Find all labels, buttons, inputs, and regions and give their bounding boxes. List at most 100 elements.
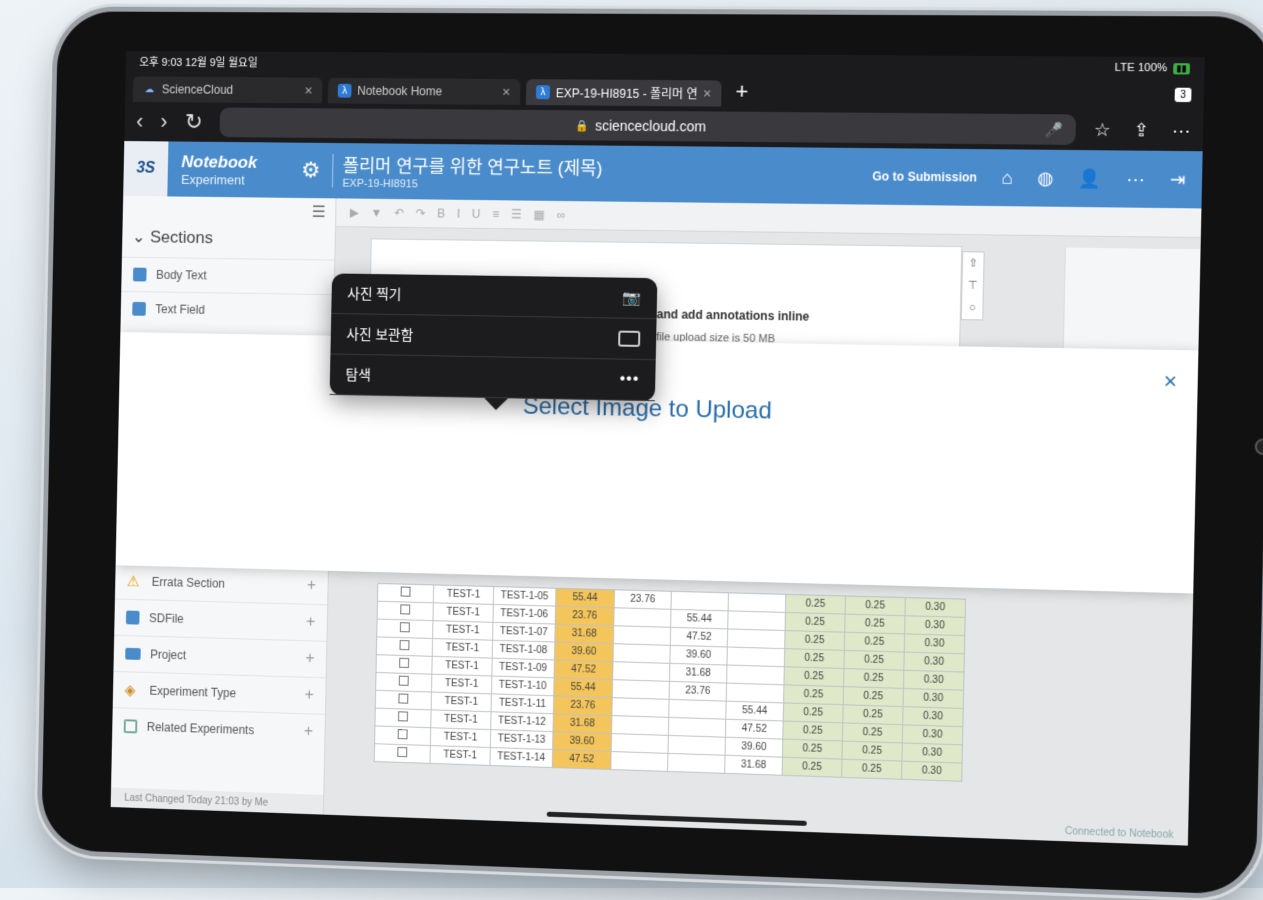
user-icon[interactable]: 👤 (1078, 168, 1102, 190)
checkbox[interactable] (399, 622, 410, 633)
table-cell[interactable]: 0.25 (843, 650, 905, 671)
checkbox[interactable] (399, 640, 410, 651)
add-icon[interactable]: + (304, 723, 313, 741)
close-icon[interactable]: × (1163, 368, 1177, 395)
table-cell[interactable]: 47.52 (725, 719, 784, 740)
row-checkbox-cell[interactable] (376, 654, 433, 675)
table-cell[interactable]: 0.25 (784, 648, 845, 669)
upload-icon[interactable]: ⇧ (963, 252, 984, 275)
table-cell[interactable]: 0.25 (843, 668, 904, 689)
tab-experiment[interactable]: λ EXP-19-HI8915 - 폴리머 연 × (525, 79, 722, 107)
row-checkbox-cell[interactable] (376, 636, 433, 657)
tab-close-icon[interactable]: × (304, 83, 312, 99)
sidebar-item-related-experiments[interactable]: Related Experiments + (111, 707, 325, 751)
table-cell[interactable]: TEST-1 (432, 638, 493, 659)
toolbar-underline-icon[interactable]: U (472, 207, 481, 221)
row-checkbox-cell[interactable] (377, 583, 434, 603)
checkbox[interactable] (399, 657, 410, 669)
more-icon[interactable]: ⋯ (1172, 120, 1191, 142)
table-cell[interactable]: 31.68 (552, 713, 612, 734)
checkbox[interactable] (397, 746, 408, 758)
table-cell[interactable]: 31.68 (724, 755, 783, 776)
table-cell[interactable]: TEST-1 (429, 745, 491, 766)
table-cell[interactable] (612, 679, 670, 700)
table-cell[interactable]: TEST-1 (433, 584, 494, 605)
table-cell[interactable]: 0.25 (782, 757, 843, 778)
table-cell[interactable]: 47.52 (552, 749, 612, 770)
bookmark-star-icon[interactable]: ☆ (1094, 119, 1111, 141)
table-cell[interactable]: 23.76 (553, 695, 613, 716)
sidebar-item-body-text[interactable]: Body Text (121, 256, 335, 295)
table-cell[interactable]: 23.76 (614, 589, 672, 610)
table-cell[interactable]: TEST-1-05 (493, 586, 556, 607)
table-cell[interactable]: 0.30 (901, 761, 963, 782)
table-cell[interactable]: 39.60 (554, 642, 614, 662)
table-cell[interactable]: 0.25 (843, 686, 904, 707)
table-cell[interactable] (727, 610, 786, 631)
table-cell[interactable] (668, 699, 727, 720)
browse-option[interactable]: 탐색 ••• (329, 354, 656, 402)
table-cell[interactable] (670, 591, 729, 611)
toolbar-list-icon[interactable]: ☰ (511, 207, 522, 221)
table-cell[interactable] (613, 607, 671, 628)
table-cell[interactable]: 55.44 (670, 609, 729, 629)
table-cell[interactable]: 0.25 (784, 630, 845, 651)
table-cell[interactable]: 39.60 (552, 731, 612, 752)
table-cell[interactable]: TEST-1 (431, 656, 493, 676)
table-cell[interactable]: 23.76 (555, 606, 615, 626)
table-cell[interactable]: 0.25 (782, 720, 843, 742)
add-icon[interactable]: + (306, 614, 315, 632)
table-cell[interactable]: 0.25 (842, 741, 903, 762)
row-checkbox-cell[interactable] (374, 725, 431, 746)
table-cell[interactable] (728, 592, 786, 613)
table-cell[interactable]: TEST-1 (430, 709, 492, 730)
checkbox[interactable] (398, 693, 409, 704)
table-cell[interactable]: 0.25 (785, 612, 846, 633)
table-cell[interactable]: TEST-1-12 (490, 711, 554, 732)
tab-close-icon[interactable]: × (703, 85, 712, 101)
table-cell[interactable] (613, 625, 671, 646)
tab-close-icon[interactable]: × (502, 84, 510, 100)
table-cell[interactable]: 0.25 (844, 614, 905, 634)
sidebar-item-sdfile[interactable]: SDFile + (114, 598, 328, 641)
table-cell[interactable]: 0.25 (783, 684, 844, 705)
table-cell[interactable]: TEST-1 (431, 692, 492, 712)
go-to-submission-link[interactable]: Go to Submission (872, 169, 977, 184)
toolbar-play-icon[interactable]: ▶ (350, 205, 359, 219)
table-cell[interactable]: 0.30 (902, 706, 964, 727)
add-icon[interactable]: + (304, 687, 313, 705)
tab-count-button[interactable]: 3 (1174, 87, 1192, 103)
table-cell[interactable] (726, 665, 785, 685)
reload-icon[interactable]: ↻ (185, 109, 203, 135)
table-cell[interactable]: 0.25 (841, 759, 902, 780)
table-cell[interactable]: 23.76 (669, 681, 727, 702)
toolbar-italic-icon[interactable]: I (457, 207, 461, 221)
table-cell[interactable] (726, 683, 784, 703)
row-checkbox-cell[interactable] (375, 672, 432, 693)
table-cell[interactable] (611, 697, 670, 718)
home-icon[interactable]: ⌂ (1001, 167, 1013, 188)
table-cell[interactable]: TEST-1-11 (491, 693, 554, 714)
pin-icon[interactable]: ⊤ (962, 275, 983, 298)
tab-notebook-home[interactable]: λ Notebook Home × (327, 77, 521, 105)
table-cell[interactable]: 0.25 (785, 594, 846, 615)
add-icon[interactable]: + (305, 650, 314, 668)
table-cell[interactable]: TEST-1-13 (490, 729, 553, 750)
table-cell[interactable]: 55.44 (555, 588, 615, 608)
take-photo-option[interactable]: 사진 찍기 📷 (331, 273, 658, 320)
toolbar-down-icon[interactable]: ▼ (370, 206, 382, 220)
table-cell[interactable] (611, 715, 669, 736)
toolbar-bold-icon[interactable]: B (437, 207, 445, 221)
more-icon[interactable]: ⋯ (1126, 168, 1145, 190)
table-cell[interactable]: 55.44 (725, 701, 784, 721)
table-cell[interactable] (667, 753, 726, 774)
table-cell[interactable] (726, 646, 785, 667)
table-cell[interactable]: 0.25 (783, 702, 844, 723)
table-cell[interactable]: 0.25 (842, 722, 903, 743)
toolbar-link-icon[interactable]: ∞ (557, 208, 566, 222)
table-cell[interactable] (668, 717, 726, 738)
new-tab-icon[interactable]: + (735, 79, 748, 105)
url-bar[interactable]: 🔒 sciencecloud.com 🎤 (219, 107, 1076, 145)
checkbox[interactable] (398, 711, 409, 722)
table-cell[interactable]: 0.30 (903, 652, 965, 673)
